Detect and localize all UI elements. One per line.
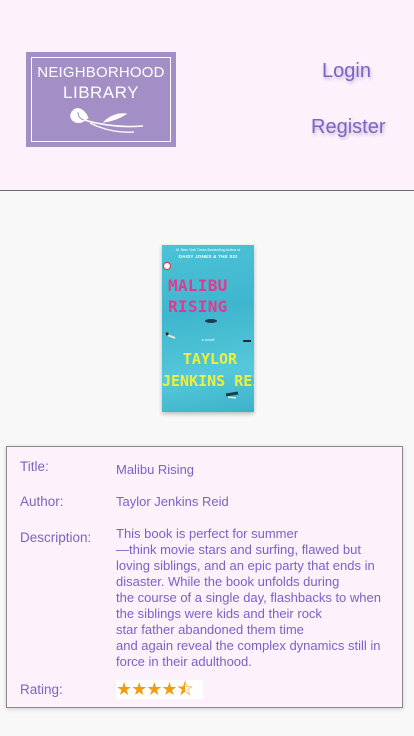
author-label: Author: xyxy=(20,494,64,509)
cover-tagline-2: DAISY JONES & THE SIX xyxy=(178,254,238,259)
title-label: Title: xyxy=(20,459,49,474)
login-link[interactable]: Login xyxy=(322,60,371,83)
rating-stars: ★★★★⯪ xyxy=(116,680,203,699)
book-author: Taylor Jenkins Reid xyxy=(116,494,229,509)
cover-title-line2: RISING xyxy=(168,297,228,316)
register-link[interactable]: Register xyxy=(311,116,385,139)
book-description: This book is perfect for summer —think m… xyxy=(116,526,381,669)
description-label: Description: xyxy=(20,530,92,545)
book-cover-image: #1 New York Times Bestselling Author of … xyxy=(162,245,254,412)
logo-text-line1: NEIGHBORHOOD xyxy=(37,64,165,81)
cover-subtitle: a novel xyxy=(201,337,215,342)
cover-tagline: #1 New York Times Bestselling Author of xyxy=(175,248,241,252)
rating-label: Rating: xyxy=(20,682,63,697)
cover-badge-icon xyxy=(163,262,171,270)
cover-author: TAYLOR JENKINS REID xyxy=(162,348,254,392)
book-title: Malibu Rising xyxy=(116,462,195,477)
logo-text-line2: LIBRARY xyxy=(63,83,139,102)
flower-icon xyxy=(70,108,144,133)
cover-author-line1: TAYLOR xyxy=(182,350,238,368)
book-details-card: Title: Malibu Rising Author: Taylor Jenk… xyxy=(6,446,403,708)
cover-author-line2: JENKINS REID xyxy=(162,372,254,390)
library-logo[interactable]: NEIGHBORHOOD LIBRARY xyxy=(26,52,176,147)
cover-title: MALIBU RISING xyxy=(168,275,250,317)
swimmer-icon xyxy=(205,319,217,323)
swimmer-icon xyxy=(225,391,239,399)
site-header: NEIGHBORHOOD LIBRARY Login Register xyxy=(0,0,414,191)
cover-title-line1: MALIBU xyxy=(168,276,228,295)
